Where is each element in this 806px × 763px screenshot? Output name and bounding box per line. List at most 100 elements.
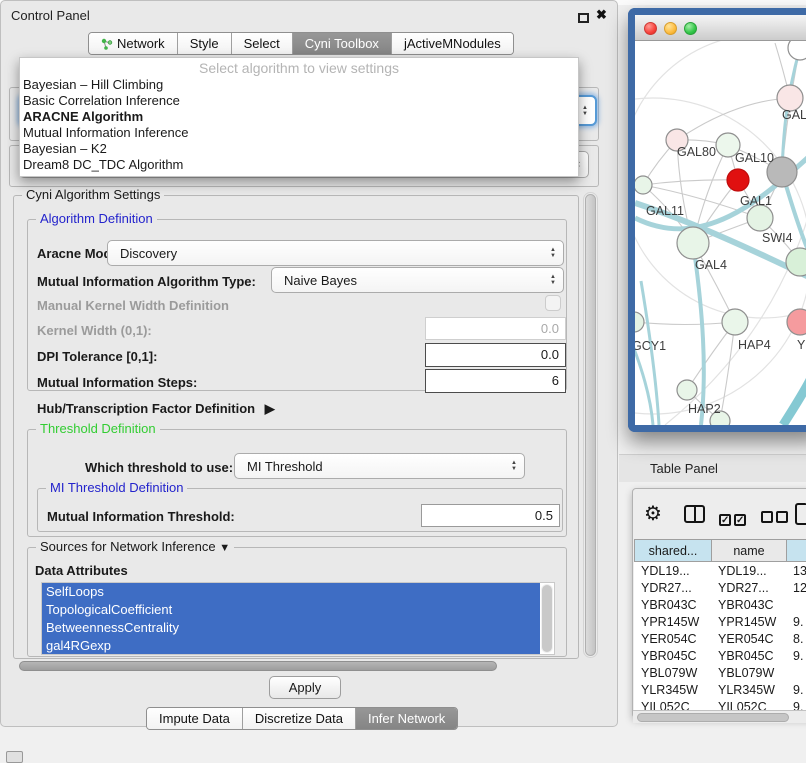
settings-vertical-scrollbar[interactable] — [583, 192, 598, 658]
zoom-traffic-light-icon[interactable] — [684, 22, 697, 35]
stepper-icon: ▲▼ — [511, 454, 517, 478]
table-row[interactable]: YBR043CYBR043C — [634, 596, 806, 613]
document-icon[interactable] — [795, 503, 806, 525]
node-salmon[interactable] — [787, 309, 806, 335]
node-label: GAL80 — [677, 145, 716, 159]
sources-group-title[interactable]: Sources for Network Inference ▼ — [36, 540, 234, 555]
column-header-name[interactable]: name — [712, 540, 787, 562]
list-item-selfloops[interactable]: SelfLoops — [42, 583, 540, 601]
tab-network[interactable]: Network — [89, 33, 178, 54]
scrollbar-thumb[interactable] — [19, 661, 497, 671]
control-panel-title: Control Panel — [11, 8, 90, 23]
node-gal1[interactable] — [747, 205, 773, 231]
scrollbar-thumb[interactable] — [585, 194, 596, 656]
collapse-down-icon: ▼ — [219, 542, 230, 554]
table-panel-title: Table Panel — [650, 461, 718, 476]
table-toolbar: ⚙ ✓✓ — [633, 489, 806, 539]
kernel-width-field[interactable]: 0.0 — [425, 317, 566, 340]
node-gcy1[interactable] — [635, 312, 644, 332]
menu-item-bayesian-hill-climbing[interactable]: Bayesian – Hill Climbing — [20, 77, 578, 93]
table-row[interactable]: YDL19...YDL19...13 — [634, 562, 806, 579]
menu-item-dream8[interactable]: Dream8 DC_TDC Algorithm — [20, 157, 578, 173]
collapsed-panel-icon[interactable] — [6, 751, 23, 763]
close-traffic-light-icon[interactable] — [644, 22, 657, 35]
manual-kernel-checkbox[interactable] — [545, 295, 561, 311]
list-item-gal4rgexp[interactable]: gal4RGexp — [42, 637, 540, 655]
node-label: GAL11 — [646, 204, 684, 218]
network-graph-icon — [101, 38, 113, 53]
column-header-shared-name[interactable]: shared... — [635, 540, 712, 562]
hub-definition-toggle[interactable]: Hub/Transcription Factor Definition ▶ — [37, 401, 275, 417]
node-gal11[interactable] — [635, 176, 652, 194]
mi-algorithm-type-label: Mutual Information Algorithm Type: — [37, 274, 256, 289]
tab-select[interactable]: Select — [232, 33, 293, 54]
menu-item-aracne[interactable]: ARACNE Algorithm — [20, 109, 578, 125]
gear-icon[interactable]: ⚙ — [644, 501, 662, 526]
float-window-icon[interactable] — [578, 13, 589, 23]
bottom-tabbar: Impute Data Discretize Data Infer Networ… — [146, 707, 458, 730]
column-header-partial[interactable]: A — [787, 540, 806, 562]
node-attribute-table: shared... name A — [634, 539, 806, 562]
table-row[interactable]: YBL079WYBL079W — [634, 664, 806, 681]
scrollbar-thumb[interactable] — [542, 585, 552, 652]
table-row[interactable]: YDR27...YDR27...12 — [634, 579, 806, 596]
node-label: HAP2 — [688, 402, 721, 416]
deselect-all-columns-icon[interactable] — [761, 510, 791, 528]
network-window-titlebar[interactable] — [635, 15, 806, 41]
tab-infer-network[interactable]: Infer Network — [356, 708, 457, 729]
node-red-selected[interactable] — [727, 169, 749, 191]
select-all-columns-icon[interactable]: ✓✓ — [719, 510, 749, 528]
table-horizontal-scrollbar[interactable] — [633, 710, 806, 723]
node-label: GAL — [782, 108, 806, 122]
close-icon[interactable]: ✖ — [596, 7, 607, 23]
table-row[interactable]: YER054CYER054C8. — [634, 630, 806, 647]
node-hap2[interactable] — [677, 380, 697, 400]
tab-discretize-data[interactable]: Discretize Data — [243, 708, 356, 729]
split-columns-icon[interactable] — [684, 505, 705, 523]
tab-impute-data[interactable]: Impute Data — [147, 708, 243, 729]
menu-item-mutual-information[interactable]: Mutual Information Inference — [20, 125, 578, 141]
table-row[interactable]: YBR045CYBR045C9. — [634, 647, 806, 664]
mi-steps-label: Mutual Information Steps: — [37, 375, 197, 390]
node-unlabeled[interactable] — [788, 41, 806, 60]
mi-steps-field[interactable]: 6 — [425, 369, 566, 393]
node-swi4[interactable] — [786, 248, 806, 276]
network-canvas[interactable]: GAL GAL80 GAL10 GAL1 GAL11 SWI4 GAL4 GCY… — [635, 41, 806, 425]
menu-item-bayesian-k2[interactable]: Bayesian – K2 — [20, 141, 578, 157]
list-item-betweennesscentrality[interactable]: BetweennessCentrality — [42, 619, 540, 637]
stepper-icon: ▲▼ — [550, 268, 556, 292]
scrollbar-thumb[interactable] — [637, 713, 789, 722]
dpi-tolerance-field[interactable]: 0.0 — [425, 343, 566, 367]
dpi-tolerance-label: DPI Tolerance [0,1]: — [37, 349, 157, 364]
node-gal4[interactable] — [677, 227, 709, 259]
stepper-icon: ▲▼ — [550, 241, 556, 265]
node-label: GAL4 — [695, 258, 727, 272]
minimize-traffic-light-icon[interactable] — [664, 22, 677, 35]
menu-item-basic-correlation[interactable]: Basic Correlation Inference — [20, 93, 578, 109]
list-item-topologicalcoefficient[interactable]: TopologicalCoefficient — [42, 601, 540, 619]
node-label: Y — [797, 338, 806, 352]
mi-algorithm-type-combobox[interactable]: Naive Bayes▲▼ — [271, 267, 564, 293]
table-panel-header: Table Panel — [619, 454, 806, 482]
node-label: SWI4 — [762, 231, 793, 245]
control-panel-tabbar: Network Style Select Cyni Toolbox jActiv… — [88, 32, 514, 55]
aracne-mode-combobox[interactable]: Discovery▲▼ — [107, 240, 564, 266]
threshold-definition-title: Threshold Definition — [36, 422, 160, 436]
table-row[interactable]: YPR145WYPR145W9. — [634, 613, 806, 630]
table-header-row: shared... name A — [635, 540, 806, 562]
mi-threshold-field[interactable]: 0.5 — [421, 504, 560, 527]
tab-style[interactable]: Style — [178, 33, 232, 54]
data-attributes-list: SelfLoops TopologicalCoefficient Between… — [41, 582, 555, 655]
network-view-window[interactable]: GAL GAL80 GAL10 GAL1 GAL11 SWI4 GAL4 GCY… — [628, 8, 806, 432]
node-hap4[interactable] — [722, 309, 748, 335]
list-vertical-scrollbar[interactable] — [541, 584, 553, 653]
which-threshold-combobox[interactable]: MI Threshold▲▼ — [234, 453, 525, 479]
node-label: GAL1 — [740, 194, 772, 208]
apply-button[interactable]: Apply — [269, 676, 341, 699]
tab-cyni-toolbox[interactable]: Cyni Toolbox — [293, 33, 392, 54]
tab-jactivemnodules[interactable]: jActiveMNodules — [392, 33, 513, 54]
settings-horizontal-scrollbar[interactable] — [17, 660, 579, 672]
cyni-settings-group-title: Cyni Algorithm Settings — [22, 188, 164, 202]
table-row[interactable]: YIL052CYIL052C9. — [634, 698, 806, 710]
table-row[interactable]: YLR345WYLR345W9. — [634, 681, 806, 698]
